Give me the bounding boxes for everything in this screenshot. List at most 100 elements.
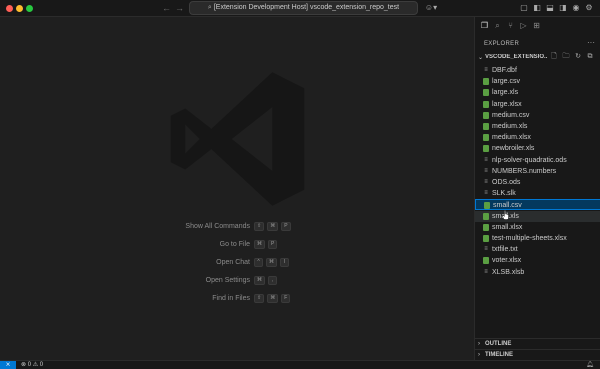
- editor-area: Show All Commands ⇧ ⌘ P Go to File ⌘ P O…: [0, 17, 474, 360]
- spreadsheet-file-icon: [484, 202, 490, 210]
- keycap: ⇧: [254, 294, 265, 303]
- error-count: 0: [27, 362, 32, 368]
- chevron-right-icon: ›: [478, 352, 480, 358]
- toggle-primary-sidebar-icon[interactable]: ◧: [532, 3, 542, 13]
- file-item[interactable]: newbroiler.xls: [475, 143, 600, 154]
- spreadsheet-file-icon: [483, 235, 489, 242]
- file-item[interactable]: medium.xlsx: [475, 132, 600, 143]
- file-item[interactable]: medium.xls: [475, 121, 600, 132]
- outline-section-label: OUTLINE: [485, 341, 512, 347]
- shortcut-find-in-files[interactable]: Find in Files ⇧ ⌘ F: [150, 293, 350, 305]
- vscode-watermark-logo: [170, 72, 305, 206]
- file-item[interactable]: voter.xlsx: [475, 255, 600, 266]
- file-item[interactable]: ≡ XLSB.xlsb: [475, 267, 600, 278]
- text-file-icon: ≡: [484, 167, 488, 174]
- file-item[interactable]: small.csv: [475, 199, 600, 211]
- close-window-button[interactable]: [6, 5, 13, 12]
- file-name: large.xlsx: [492, 100, 522, 108]
- spreadsheet-file-icon: [483, 89, 489, 97]
- workspace-folder-header[interactable]: ⌄ VSCODE_EXTENSIO... 🗋 🗀 ↻ ⧉: [475, 52, 600, 64]
- error-icon: ⊗: [21, 362, 27, 368]
- outline-section-header[interactable]: › OUTLINE: [475, 338, 600, 349]
- text-file-icon: ≡: [484, 67, 488, 73]
- gear-icon[interactable]: ⚙: [584, 3, 594, 13]
- text-file-icon: ≡: [484, 156, 488, 163]
- keycap: ⌘: [267, 222, 279, 231]
- toggle-secondary-sidebar-icon[interactable]: ◨: [558, 3, 568, 13]
- file-name: medium.xls: [492, 123, 528, 130]
- toggle-panel-left-icon[interactable]: ▢: [519, 3, 529, 13]
- files-icon[interactable]: ❐: [479, 20, 490, 31]
- file-item[interactable]: medium.csv: [475, 110, 600, 121]
- text-file-icon: ≡: [484, 246, 488, 253]
- source-control-icon[interactable]: ⑂: [505, 20, 516, 31]
- file-item[interactable]: large.csv: [475, 76, 600, 87]
- shortcut-open-chat[interactable]: Open Chat ^ ⌘ I: [150, 257, 350, 269]
- minimize-window-button[interactable]: [16, 5, 23, 12]
- file-item[interactable]: ≡ DBF.dbf: [475, 65, 600, 76]
- shortcut-open-settings[interactable]: Open Settings ⌘ ,: [150, 275, 350, 287]
- spreadsheet-file-icon: [483, 223, 489, 231]
- explorer-sidebar: ❐ ⌕ ⑂ ▷ ⊞ EXPLORER ··· ⌄ VSCODE_EXTENSIO…: [474, 17, 600, 360]
- file-name: XLSB.xlsb: [492, 268, 525, 276]
- spreadsheet-file-icon: [483, 145, 489, 153]
- command-center-label: [Extension Development Host] vscode_exte…: [213, 4, 400, 11]
- spreadsheet-file-icon: [483, 100, 489, 108]
- shortcut-show-all-commands[interactable]: Show All Commands ⇧ ⌘ P: [150, 221, 350, 233]
- file-item[interactable]: small.xlsx: [475, 222, 600, 233]
- arrow-right-icon[interactable]: →: [175, 3, 184, 13]
- shortcut-go-to-file[interactable]: Go to File ⌘ P: [150, 239, 350, 251]
- timeline-section-label: TIMELINE: [485, 352, 513, 358]
- problems-indicator[interactable]: ⊗ 0 ⚠ 0: [21, 361, 43, 369]
- file-item[interactable]: ≡ SLK.slk: [475, 188, 600, 199]
- extensions-icon[interactable]: ⊞: [531, 20, 542, 31]
- keycap: ⌘: [266, 258, 277, 267]
- explorer-title: EXPLORER: [484, 41, 520, 47]
- status-bar: ⨯ ⊗ 0 ⚠ 0 🔔︎: [0, 360, 600, 369]
- run-debug-icon[interactable]: ▷: [518, 20, 529, 31]
- keycap: I: [280, 258, 289, 267]
- warning-icon: ⚠: [32, 362, 39, 368]
- keycap: ⌘: [267, 294, 279, 303]
- remote-indicator-icon[interactable]: ⨯: [0, 361, 16, 369]
- new-file-icon[interactable]: 🗋: [549, 52, 559, 62]
- arrow-left-icon[interactable]: ←: [162, 3, 171, 13]
- copilot-icon[interactable]: ☺▾: [424, 3, 438, 13]
- file-item[interactable]: test-multiple-sheets.xlsx: [475, 233, 600, 244]
- file-name: test-multiple-sheets.xlsx: [492, 235, 567, 242]
- chevron-down-icon: ⌄: [478, 55, 484, 61]
- notifications-bell-icon[interactable]: 🔔︎: [586, 361, 594, 369]
- spreadsheet-file-icon: [483, 123, 489, 130]
- file-name: nlp-solver-quadratic.ods: [492, 156, 567, 164]
- keycap: P: [268, 240, 278, 249]
- chevron-right-icon: ›: [478, 341, 480, 347]
- keycap: ⌘: [254, 276, 265, 285]
- file-item[interactable]: small.xls: [475, 210, 600, 222]
- file-item[interactable]: ≡ nlp-solver-quadratic.ods: [475, 155, 600, 166]
- file-item[interactable]: ≡ ODS.ods: [475, 177, 600, 188]
- timeline-section-header[interactable]: › TIMELINE: [475, 349, 600, 360]
- spreadsheet-file-icon: [483, 111, 489, 119]
- refresh-icon[interactable]: ↻: [573, 52, 583, 62]
- keycap: ⇧: [254, 222, 265, 231]
- file-item[interactable]: ≡ txtfile.txt: [475, 244, 600, 255]
- command-center-search[interactable]: ⌕ [Extension Development Host] vscode_ext…: [189, 1, 418, 15]
- collapse-all-icon[interactable]: ⧉: [585, 52, 595, 62]
- file-name: NUMBERS.numbers: [492, 167, 557, 175]
- toggle-panel-icon[interactable]: ⬓: [545, 3, 555, 13]
- account-icon[interactable]: ◉: [571, 3, 581, 13]
- file-item[interactable]: large.xls: [475, 87, 600, 98]
- file-item[interactable]: large.xlsx: [475, 99, 600, 110]
- new-folder-icon[interactable]: 🗀: [561, 52, 571, 62]
- file-item[interactable]: ≡ NUMBERS.numbers: [475, 166, 600, 177]
- keycap: F: [281, 294, 291, 303]
- warning-count: 0: [39, 362, 44, 368]
- shortcut-label: Open Settings: [205, 277, 250, 284]
- more-actions-icon[interactable]: ···: [587, 38, 595, 47]
- file-name: large.xls: [492, 89, 519, 97]
- maximize-window-button[interactable]: [26, 5, 33, 12]
- search-icon[interactable]: ⌕: [492, 20, 503, 31]
- spreadsheet-file-icon: [483, 212, 489, 220]
- spreadsheet-file-icon: [483, 257, 489, 265]
- spreadsheet-file-icon: [483, 134, 489, 142]
